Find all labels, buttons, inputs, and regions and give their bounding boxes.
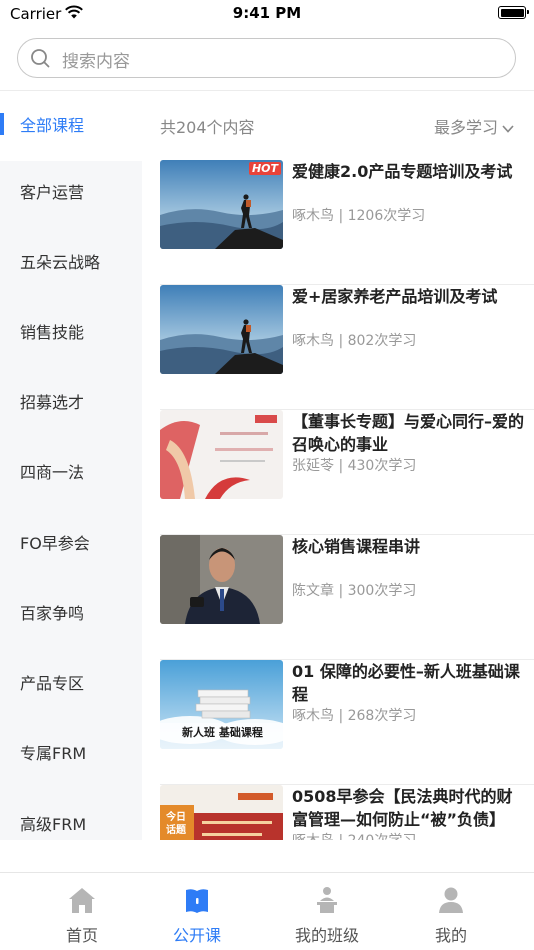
tab-my-class[interactable]: 我的班级: [260, 873, 394, 950]
course-thumbnail: [160, 285, 283, 374]
status-bar: Carrier 9:41 PM: [0, 0, 534, 28]
speaker-portrait-image: [160, 535, 283, 624]
tab-home[interactable]: 首页: [15, 873, 149, 950]
book-icon: [186, 889, 208, 913]
course-title: 【董事长专题】与爱心同行–爱的召唤心的事业: [292, 412, 525, 454]
course-title: 爱+居家养老产品培训及考试: [292, 287, 498, 306]
tab-open-course[interactable]: 公开课: [130, 873, 264, 950]
course-item[interactable]: 【董事长专题】与爱心同行–爱的召唤心的事业 张延苓 | 430次学习: [160, 410, 534, 535]
course-item[interactable]: 核心销售课程串讲 陈文章 | 300次学习: [160, 535, 534, 660]
chevron-down-icon: [502, 124, 514, 133]
sidebar-item-exclusive-frm[interactable]: 专属FRM: [0, 719, 142, 789]
search-icon: [31, 49, 50, 68]
search-placeholder: 搜索内容: [62, 52, 130, 72]
thumb-caption: 今日话题: [166, 812, 186, 836]
course-title: 核心销售课程串讲: [292, 537, 421, 556]
sidebar-item-label: FO早参会: [20, 534, 90, 553]
course-meta: 啄木鸟 | 802次学习: [292, 333, 417, 349]
course-item[interactable]: 新人班 基础课程 01 保障的必要性–新人班基础课程 啄木鸟 | 268次学习: [160, 660, 534, 785]
battery-icon: [498, 6, 529, 19]
category-sidebar[interactable]: 全部课程 客户运营 五朵云战略 销售技能 招募选才 四商一法 FO早参会 百家争…: [0, 91, 142, 840]
course-item[interactable]: HOT 爱健康2.0产品专题培训及考试 啄木鸟 | 1206次学习: [160, 160, 534, 285]
sidebar-item-hundred-schools[interactable]: 百家争鸣: [0, 579, 142, 649]
sidebar-item-label: 五朵云战略: [20, 253, 101, 272]
person-icon: [439, 887, 463, 913]
sidebar-item-sales-skills[interactable]: 销售技能: [0, 298, 142, 368]
course-item[interactable]: 今日话题 0508早参会【民法典时代的财富管理—如何防止“被”负债】 啄木鸟 |…: [160, 785, 534, 840]
course-title: 01 保障的必要性–新人班基础课程: [292, 662, 520, 704]
course-thumbnail: [160, 535, 283, 624]
thumb-caption: 新人班 基础课程: [182, 726, 263, 739]
sidebar-item-label: 百家争鸣: [20, 604, 85, 623]
tab-bar-spacer: [0, 840, 534, 870]
sidebar-item-label: 高级FRM: [20, 815, 87, 834]
presentation-slide-image: [160, 410, 283, 499]
course-meta: 张延苓 | 430次学习: [292, 458, 417, 474]
course-meta: 陈文章 | 300次学习: [292, 583, 417, 599]
home-icon: [69, 888, 95, 913]
tab-label: 我的班级: [294, 926, 359, 945]
sidebar-item-five-cloud-strategy[interactable]: 五朵云战略: [0, 228, 142, 298]
tab-label: 我的: [434, 926, 467, 945]
hot-badge: HOT: [248, 162, 281, 175]
tab-me[interactable]: 我的: [384, 873, 518, 950]
course-meta: 啄木鸟 | 240次学习: [292, 830, 416, 840]
sidebar-item-label: 全部课程: [20, 116, 85, 135]
tab-label: 公开课: [172, 926, 221, 945]
sidebar-item-label: 销售技能: [20, 323, 85, 342]
course-thumbnail: 今日话题: [160, 785, 283, 840]
sidebar-item-label: 招募选才: [20, 393, 85, 412]
sidebar-item-label: 客户运营: [20, 183, 85, 202]
sidebar-item-customer-ops[interactable]: 客户运营: [0, 158, 142, 228]
course-thumbnail: [160, 410, 283, 499]
course-item[interactable]: 爱+居家养老产品培训及考试 啄木鸟 | 802次学习: [160, 285, 534, 410]
tab-label: 首页: [65, 926, 98, 945]
sidebar-item-label: 专属FRM: [20, 744, 87, 763]
mountain-hiker-image: [160, 285, 283, 374]
clock: 9:41 PM: [232, 4, 302, 22]
sort-label: 最多学习: [433, 118, 498, 137]
active-indicator: [0, 113, 4, 135]
course-list[interactable]: 共204个内容 最多学习 HOT 爱健康2.0产品专题培训及考试 啄木鸟 | 1…: [142, 91, 534, 840]
sidebar-item-all-courses[interactable]: 全部课程: [0, 91, 142, 161]
sidebar-item-label: 产品专区: [20, 674, 85, 693]
course-meta: 啄木鸟 | 1206次学习: [292, 208, 426, 224]
course-thumbnail: HOT: [160, 160, 283, 249]
tab-bar: 首页 公开课 我的班级 我的: [0, 872, 534, 950]
podium-icon: [317, 887, 337, 913]
content-count: 共204个内容: [160, 118, 255, 137]
sidebar-item-products[interactable]: 产品专区: [0, 649, 142, 719]
course-thumbnail: 新人班 基础课程: [160, 660, 283, 749]
course-title: 0508早参会【民法典时代的财富管理—如何防止“被”负债】: [292, 787, 513, 829]
course-meta: 啄木鸟 | 268次学习: [292, 708, 417, 724]
sidebar-item-fo-morning-meeting[interactable]: FO早参会: [0, 509, 142, 579]
sort-button[interactable]: 最多学习: [434, 114, 514, 138]
sidebar-item-four-quotients[interactable]: 四商一法: [0, 438, 142, 508]
sidebar-item-senior-frm[interactable]: 高级FRM: [0, 790, 142, 840]
sidebar-item-recruiting[interactable]: 招募选才: [0, 368, 142, 438]
search-input[interactable]: 搜索内容: [17, 38, 516, 78]
sidebar-item-label: 四商一法: [20, 463, 85, 482]
course-title: 爱健康2.0产品专题培训及考试: [292, 162, 513, 181]
